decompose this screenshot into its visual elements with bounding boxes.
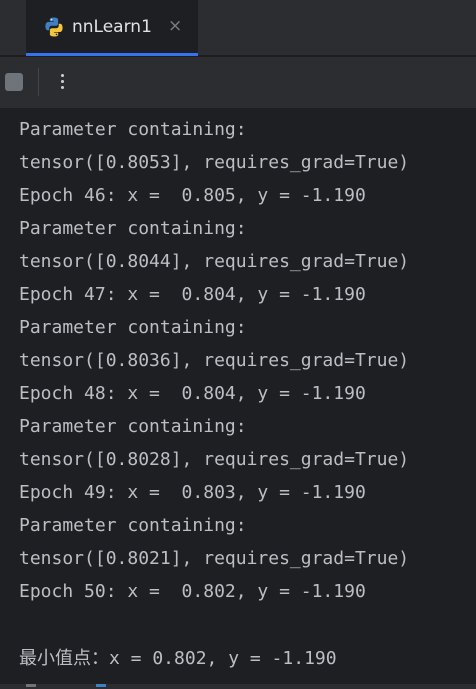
- console-line: tensor([0.8021], requires_grad=True): [19, 548, 410, 569]
- active-tab-indicator: [26, 53, 198, 56]
- console-line: Epoch 46: x = 0.805, y = -1.190: [19, 185, 366, 206]
- console-line: tensor([0.8028], requires_grad=True): [19, 449, 410, 470]
- console-line: tensor([0.8044], requires_grad=True): [19, 251, 410, 272]
- console-line: Parameter containing:: [19, 317, 247, 338]
- tab-label: nnLearn1: [72, 17, 152, 37]
- run-console-output[interactable]: Parameter containing: tensor([0.8053], r…: [0, 108, 476, 689]
- console-line: Parameter containing:: [19, 416, 247, 437]
- console-line: Epoch 47: x = 0.804, y = -1.190: [19, 284, 366, 305]
- run-toolbar: [0, 57, 476, 108]
- console-line: 最小值点：x = 0.802, y = -1.190: [19, 648, 337, 669]
- console-line: Parameter containing:: [19, 515, 247, 536]
- console-line: Epoch 50: x = 0.802, y = -1.190: [19, 581, 366, 602]
- console-line: Parameter containing:: [19, 218, 247, 239]
- more-options-icon[interactable]: [53, 69, 71, 95]
- console-line: tensor([0.8036], requires_grad=True): [19, 350, 410, 371]
- python-icon: [45, 17, 63, 37]
- python-icon: [96, 684, 106, 687]
- console-line: Epoch 49: x = 0.803, y = -1.190: [19, 482, 366, 503]
- toolbar-icon-fragment: [26, 684, 36, 687]
- console-line: tensor([0.8053], requires_grad=True): [19, 152, 410, 173]
- toolbar-divider: [38, 68, 39, 96]
- console-line: Epoch 48: x = 0.804, y = -1.190: [19, 383, 366, 404]
- tab-nnlearn1[interactable]: nnLearn1 ×: [26, 0, 198, 56]
- bottom-toolbar-edge: [0, 684, 476, 689]
- console-line: Parameter containing:: [19, 119, 247, 140]
- stop-icon[interactable]: [5, 73, 23, 91]
- close-icon[interactable]: ×: [168, 15, 182, 37]
- editor-tab-bar: nnLearn1 ×: [0, 0, 476, 56]
